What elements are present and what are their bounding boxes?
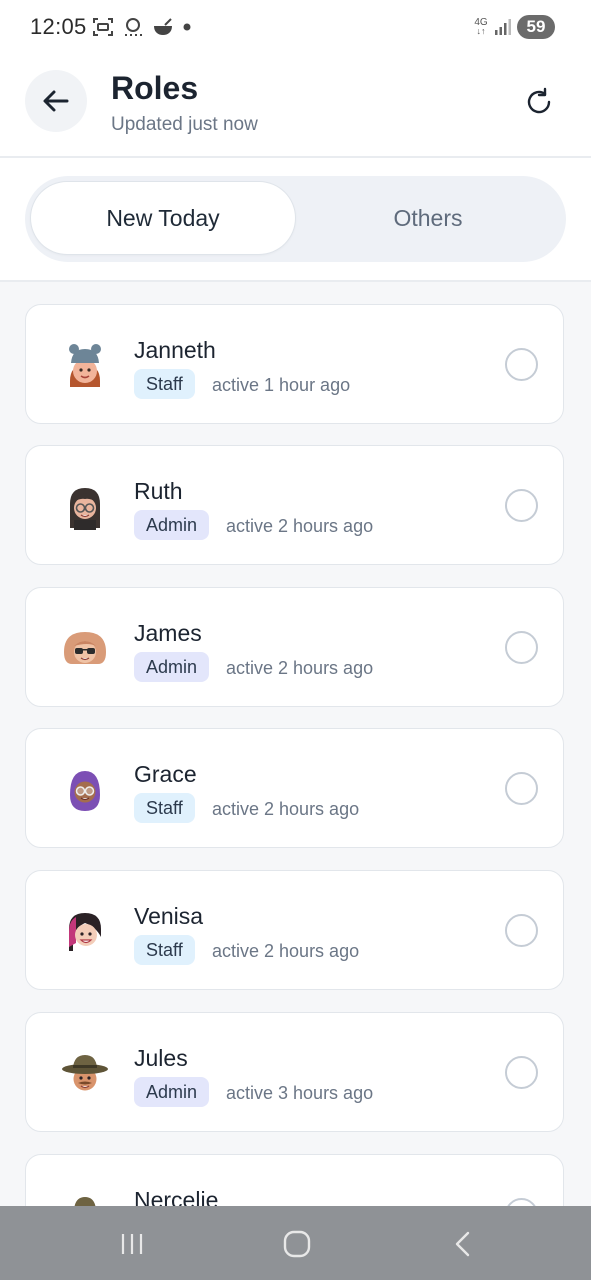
user-name: Jules <box>134 1045 188 1071</box>
activity-text: active 2 hours ago <box>226 658 374 678</box>
user-card[interactable]: Nercelie <box>25 1154 564 1206</box>
role-badge: Staff <box>134 935 195 965</box>
tab-new-today[interactable]: New Today <box>31 182 295 254</box>
page-subtitle: Updated just now <box>111 114 258 135</box>
activity-text: active 2 hours ago <box>212 799 360 819</box>
avatar <box>62 1055 108 1091</box>
segmented-control: New Today Others <box>25 176 566 262</box>
select-radio[interactable] <box>505 348 538 381</box>
user-name: Ruth <box>134 478 183 504</box>
role-badge: Admin <box>134 510 210 540</box>
tab-others[interactable]: Others <box>296 182 560 254</box>
chevron-left-icon <box>455 1231 470 1257</box>
user-card[interactable]: Ruth Admin active 2 hours ago <box>25 445 564 565</box>
back-button[interactable] <box>25 70 87 132</box>
user-card[interactable]: James Admin active 2 hours ago <box>25 587 564 707</box>
recent-apps-button[interactable] <box>116 1228 148 1260</box>
user-card[interactable]: Jules Admin active 3 hours ago <box>25 1012 564 1132</box>
avatar <box>69 913 101 951</box>
recent-apps-icon <box>121 1234 143 1254</box>
home-icon <box>283 1230 311 1258</box>
select-radio[interactable] <box>505 1056 538 1089</box>
system-nav-bar <box>0 1206 591 1280</box>
roles-screen: 12:05 4G ↓↑ 59 Roles Updated just now Ne… <box>0 0 591 1280</box>
tabs-area: New Today Others <box>0 158 591 280</box>
role-badge: Admin <box>134 652 210 682</box>
select-radio[interactable] <box>505 772 538 805</box>
dot-icon <box>183 23 191 31</box>
system-back-button[interactable] <box>447 1228 479 1260</box>
user-name: Janneth <box>134 337 216 363</box>
battery-indicator: 59 <box>517 15 555 39</box>
role-badge: Staff <box>134 793 195 823</box>
screenshot-icon <box>93 18 113 36</box>
role-badge: Admin <box>134 1077 210 1107</box>
bowl-icon <box>154 18 172 35</box>
user-card[interactable]: Janneth Staff active 1 hour ago <box>25 304 564 424</box>
header: Roles Updated just now <box>0 56 591 156</box>
home-button[interactable] <box>281 1228 313 1260</box>
select-radio[interactable] <box>505 914 538 947</box>
avatar <box>69 344 101 387</box>
activity-text: active 2 hours ago <box>226 516 374 536</box>
user-name: Grace <box>134 761 197 787</box>
activity-text: active 3 hours ago <box>226 1083 374 1103</box>
activity-text: active 2 hours ago <box>212 941 360 961</box>
refresh-button[interactable] <box>523 86 555 118</box>
status-right: 4G ↓↑ 59 <box>473 15 555 39</box>
select-radio[interactable] <box>505 489 538 522</box>
avatar <box>70 488 100 530</box>
avatar <box>70 771 100 811</box>
signal-icon <box>495 19 511 35</box>
avatar <box>74 1197 96 1206</box>
user-card[interactable]: Venisa Staff active 2 hours ago <box>25 870 564 990</box>
select-radio[interactable] <box>505 1198 538 1206</box>
page-title: Roles <box>111 70 199 106</box>
user-name: James <box>134 620 202 646</box>
arrow-left-icon <box>43 90 69 112</box>
user-card[interactable]: Grace Staff active 2 hours ago <box>25 728 564 848</box>
notification-icons <box>92 16 192 38</box>
network-type: 4G ↓↑ <box>474 17 488 36</box>
status-time: 12:05 <box>30 14 87 39</box>
assistant-icon <box>125 18 142 36</box>
select-radio[interactable] <box>505 631 538 664</box>
role-badge: Staff <box>134 369 195 399</box>
user-name: Nercelie <box>134 1187 219 1206</box>
status-bar: 12:05 4G ↓↑ 59 <box>0 0 591 56</box>
user-name: Venisa <box>134 903 204 929</box>
avatar <box>64 632 106 664</box>
user-list: Janneth Staff active 1 hour ago Ruth Adm… <box>0 282 591 1206</box>
activity-text: active 1 hour ago <box>212 375 351 395</box>
refresh-icon <box>527 87 551 114</box>
